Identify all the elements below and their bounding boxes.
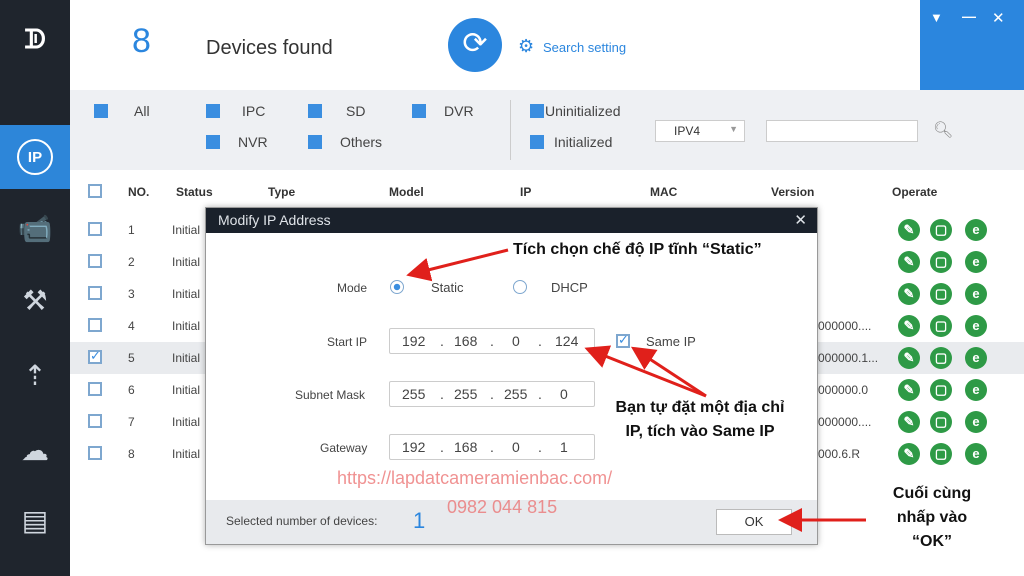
static-annotation: Tích chọn chế độ IP tĩnh “Static” [513,241,762,258]
ip-annotation: Bạn tự đặt một địa chỉ IP, tích vào Same … [615,399,785,440]
ok-annotation: Cuối cùng nhấp vào “OK” [892,485,972,550]
arrow-to-static [406,248,509,282]
annotation-arrows [406,248,866,532]
